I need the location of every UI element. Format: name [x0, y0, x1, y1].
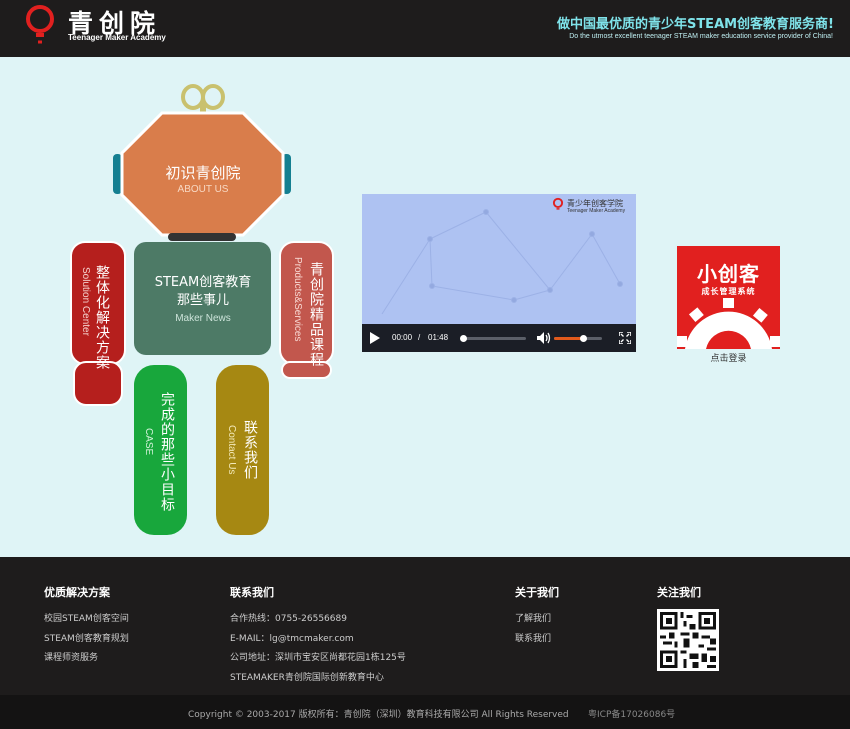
products-subtitle: Products&Services — [292, 257, 303, 342]
footer-link[interactable]: 课程师资服务 — [44, 649, 129, 669]
footer-link[interactable]: 联系我们 — [515, 630, 559, 650]
contact-subtitle: Contact Us — [226, 425, 237, 475]
maker-news-subtitle: Maker News — [175, 313, 231, 324]
footer-solutions-heading: 优质解决方案 — [44, 586, 110, 599]
qr-code-icon — [657, 609, 719, 671]
progress-handle[interactable] — [460, 335, 467, 342]
volume-slider[interactable] — [554, 335, 602, 342]
time-separator: / — [418, 333, 421, 342]
footer-phone: 合作热线：0755-26556689 — [230, 614, 347, 624]
footer-link[interactable]: STEAM创客教育规划 — [44, 630, 129, 650]
maker-news-title-line1: STEAM创客教育 — [154, 275, 252, 290]
maker-news-title[interactable]: STEAM创客教育 那些事儿 — [138, 274, 268, 310]
case-title[interactable]: 完成的那些小目标 — [157, 392, 177, 512]
slogan-chinese: 做中国最优质的青少年STEAM创客教育服务商! — [556, 17, 834, 32]
products-title[interactable]: 青创院精品课程 — [306, 262, 326, 367]
copyright-text: Copyright © 2003-2017 版权所有：青创院（深圳）教育科技有限… — [188, 710, 569, 720]
solution-title[interactable]: 整体化解决方案 — [92, 265, 112, 370]
footer-about: 关于我们 了解我们 联系我们 — [515, 584, 559, 649]
maker-news-title-line2: 那些事儿 — [176, 293, 229, 308]
contact-title[interactable]: 联系我们 — [240, 420, 260, 480]
slogan-english: Do the utmost excellent teenager STEAM m… — [569, 33, 833, 40]
current-time: 00:00 — [392, 333, 413, 342]
case-subtitle: CASE — [143, 428, 154, 456]
video-controls: 00:00 / 01:48 — [362, 324, 636, 352]
footer-email[interactable]: E-MAIL：lg@tmcmaker.com — [230, 630, 406, 650]
lightbulb-logo-icon — [552, 197, 564, 210]
login-link[interactable]: 点击登录 — [677, 351, 780, 364]
growth-system-subtitle: 成长管理系统 — [701, 287, 756, 296]
robot-neck — [168, 233, 236, 241]
duration: 01:48 — [428, 333, 449, 342]
solution-subtitle: Solution Center — [80, 267, 91, 336]
footer-contact: 联系我们 合作热线：0755-26556689 E-MAIL：lg@tmcmak… — [230, 584, 406, 688]
footer-link[interactable]: 了解我们 — [515, 610, 559, 630]
video-progress-bar[interactable] — [460, 335, 526, 342]
footer-bottom-bar: Copyright © 2003-2017 版权所有：青创院（深圳）教育科技有限… — [0, 695, 850, 729]
footer-about-heading: 关于我们 — [515, 586, 559, 599]
footer-link[interactable]: 校园STEAM创客空间 — [44, 610, 129, 630]
footer-contact-heading: 联系我们 — [230, 586, 274, 599]
video-watermark: 青少年创客学院 Teenager Maker Academy — [549, 196, 634, 216]
video-watermark-en: Teenager Maker Academy — [567, 208, 626, 214]
about-us-subtitle: ABOUT US — [177, 184, 229, 195]
gear-icon — [677, 298, 780, 349]
footer-follow-heading: 关注我们 — [657, 586, 701, 599]
lightbulb-logo-icon[interactable] — [24, 4, 56, 48]
brand-subtitle: Teenager Maker Academy — [68, 33, 166, 42]
play-icon[interactable] — [370, 332, 380, 344]
icp-license-link[interactable]: 粤ICP备17026086号 — [588, 707, 675, 720]
footer-center-name: STEAMAKER青创院国际创新教育中心 — [230, 672, 384, 683]
fullscreen-icon[interactable] — [619, 332, 631, 344]
growth-system-banner[interactable]: 小创客 成长管理系统 — [677, 246, 780, 349]
footer-follow: 关注我们 — [657, 584, 719, 675]
about-us-title[interactable]: 初识青创院 — [135, 162, 271, 183]
volume-handle[interactable] — [579, 335, 587, 342]
volume-fill — [554, 337, 583, 340]
video-player[interactable]: 青少年创客学院 Teenager Maker Academy 00:00 / 0… — [362, 194, 636, 352]
footer-address: 公司地址：深圳市宝安区尚都花园1栋125号 — [230, 653, 406, 663]
site-header: 青创院 Teenager Maker Academy 做中国最优质的青少年STE… — [0, 0, 850, 57]
footer-solutions: 优质解决方案 校园STEAM创客空间 STEAM创客教育规划 课程师资服务 — [44, 584, 129, 669]
volume-icon[interactable] — [537, 332, 551, 344]
site-footer: 优质解决方案 校园STEAM创客空间 STEAM创客教育规划 课程师资服务 联系… — [0, 557, 850, 695]
growth-system-title: 小创客 — [697, 262, 760, 286]
